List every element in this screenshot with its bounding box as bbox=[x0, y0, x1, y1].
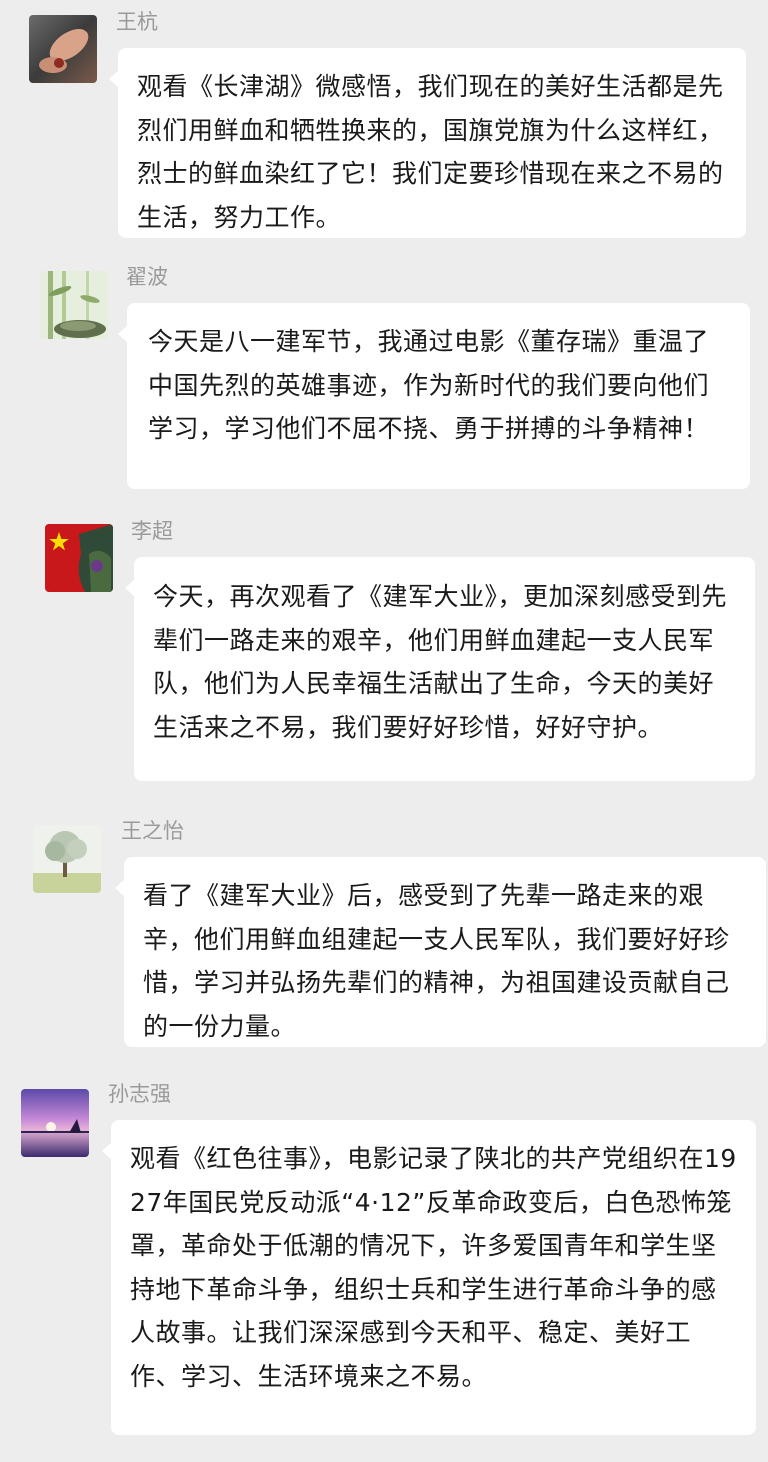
avatar[interactable] bbox=[40, 271, 108, 339]
message-bubble: 观看《红色往事》，电影记录了陕北的共产党组织在1927年国民党反动派“4·12”… bbox=[102, 1120, 756, 1435]
message-bubble: 观看《长津湖》微感悟，我们现在的美好生活都是先烈们用鲜血和牺牲换来的，国旗党旗为… bbox=[109, 48, 746, 238]
flag-photo-icon bbox=[45, 524, 113, 592]
avatar[interactable] bbox=[33, 825, 101, 893]
avatar[interactable] bbox=[45, 524, 113, 592]
message-bubble: 今天，再次观看了《建军大业》，更加深刻感受到先辈们一路走来的艰辛，他们用鲜血建起… bbox=[125, 557, 755, 781]
sender-name: 孙志强 bbox=[108, 1082, 171, 1106]
sender-name: 翟波 bbox=[126, 265, 168, 289]
avatar[interactable] bbox=[21, 1089, 89, 1157]
sunset-photo-icon bbox=[21, 1089, 89, 1157]
sender-name: 李超 bbox=[131, 519, 173, 543]
sender-name: 王杭 bbox=[116, 10, 158, 34]
avatar[interactable] bbox=[29, 15, 97, 83]
bamboo-photo-icon bbox=[40, 271, 108, 339]
message-bubble: 今天是八一建军节，我通过电影《董存瑞》重温了中国先烈的英雄事迹，作为新时代的我们… bbox=[118, 303, 750, 489]
message-bubble: 看了《建军大业》后，感受到了先辈一路走来的艰辛，他们用鲜血组建起一支人民军队，我… bbox=[115, 857, 766, 1047]
hand-photo-icon bbox=[29, 15, 97, 83]
tree-photo-icon bbox=[33, 825, 101, 893]
sender-name: 王之怡 bbox=[121, 819, 184, 843]
